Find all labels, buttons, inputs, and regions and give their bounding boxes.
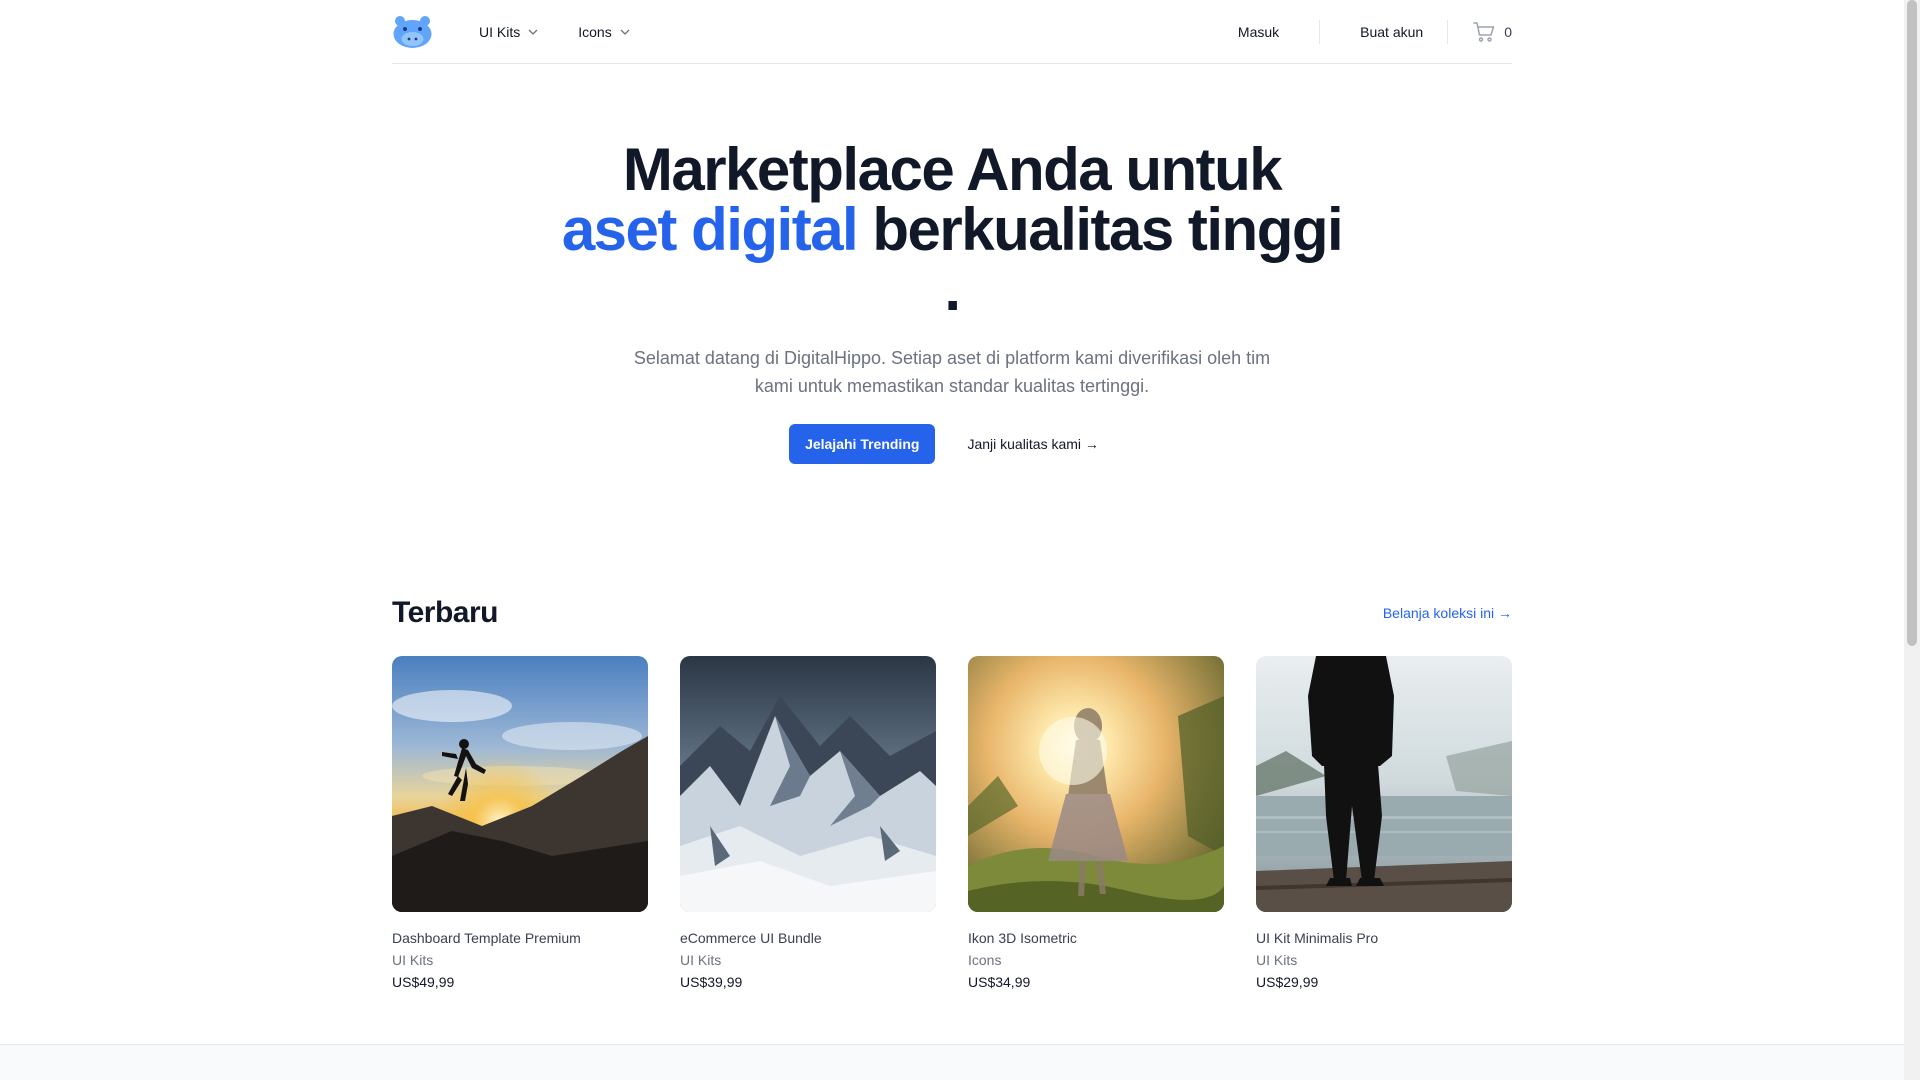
nav-icons[interactable]: Icons — [578, 23, 630, 40]
product-price: US$39,99 — [680, 974, 743, 990]
cart-button[interactable]: 0 — [1472, 20, 1512, 44]
browse-trending-button[interactable]: Jelajahi Trending — [789, 424, 936, 464]
hero: Marketplace Anda untuk aset digital berk… — [560, 140, 1344, 464]
section-header: Terbaru Belanja koleksi ini → — [392, 596, 1512, 630]
product-name: Ikon 3D Isometric — [968, 930, 1077, 946]
nav-ui-kits[interactable]: UI Kits — [479, 24, 538, 40]
product-category: UI Kits — [680, 952, 722, 968]
snowy-mountains-image — [680, 656, 936, 912]
hero-actions: Jelajahi Trending Janji kualitas kami → — [560, 424, 1344, 464]
product-name: Dashboard Template Premium — [392, 930, 581, 946]
product-price: US$49,99 — [392, 974, 455, 990]
divider — [1319, 19, 1321, 44]
product-price: US$34,99 — [968, 974, 1031, 990]
product-category: UI Kits — [1256, 952, 1298, 968]
hero-title-accent: aset digital — [561, 196, 859, 263]
nav-ui-kits-label: UI Kits — [479, 23, 521, 40]
header-actions: Masuk Buat akun 0 — [1238, 19, 1512, 44]
page: UI Kits Icons Masuk Buat akun 0 Marketpl… — [0, 0, 1920, 1080]
product-category: UI Kits — [392, 952, 434, 968]
nav-icons-label: Icons — [578, 23, 612, 40]
woman-sunlight-field-image — [968, 656, 1224, 912]
shopping-cart-icon — [1473, 21, 1495, 42]
product-card[interactable]: Ikon 3D Isometric Icons US$34,99 — [968, 656, 1224, 990]
product-name: eCommerce UI Bundle — [680, 930, 822, 946]
product-card[interactable]: Dashboard Template Premium UI Kits US$49… — [392, 656, 648, 990]
footer-band — [0, 1044, 1904, 1080]
hero-subtitle: Selamat datang di DigitalHippo. Setiap a… — [633, 348, 1271, 396]
scrollbar-thumb[interactable] — [1907, 0, 1917, 646]
chevron-down-icon — [528, 29, 538, 35]
shop-collection-link[interactable]: Belanja koleksi ini → — [1383, 605, 1512, 621]
silhouette-jumping-sunset-image — [392, 656, 648, 912]
hippo-logo-icon[interactable] — [392, 15, 433, 49]
hero-title-part1: Marketplace Anda untuk — [622, 136, 1283, 203]
divider — [1447, 19, 1449, 44]
sign-in-link[interactable]: Masuk — [1238, 24, 1279, 40]
create-account-link[interactable]: Buat akun — [1360, 24, 1423, 40]
hero-title: Marketplace Anda untuk aset digital berk… — [560, 140, 1344, 320]
hero-title-part2: berkualitas tinggi . — [857, 196, 1343, 323]
quality-promise-button[interactable]: Janji kualitas kami → — [951, 424, 1115, 464]
product-name: UI Kit Minimalis Pro — [1256, 930, 1379, 946]
product-card[interactable]: UI Kit Minimalis Pro UI Kits US$29,99 — [1256, 656, 1512, 990]
chevron-down-icon — [620, 29, 630, 35]
product-grid: Dashboard Template Premium UI Kits US$49… — [392, 656, 1512, 990]
product-price: US$29,99 — [1256, 974, 1319, 990]
man-misty-lake-image — [1256, 656, 1512, 912]
product-card[interactable]: eCommerce UI Bundle UI Kits US$39,99 — [680, 656, 936, 990]
cart-count: 0 — [1504, 23, 1512, 40]
top-navbar: UI Kits Icons Masuk Buat akun 0 — [392, 0, 1512, 64]
product-category: Icons — [968, 952, 1002, 968]
vertical-scrollbar[interactable] — [1904, 0, 1920, 1080]
section-title: Terbaru — [392, 596, 498, 629]
